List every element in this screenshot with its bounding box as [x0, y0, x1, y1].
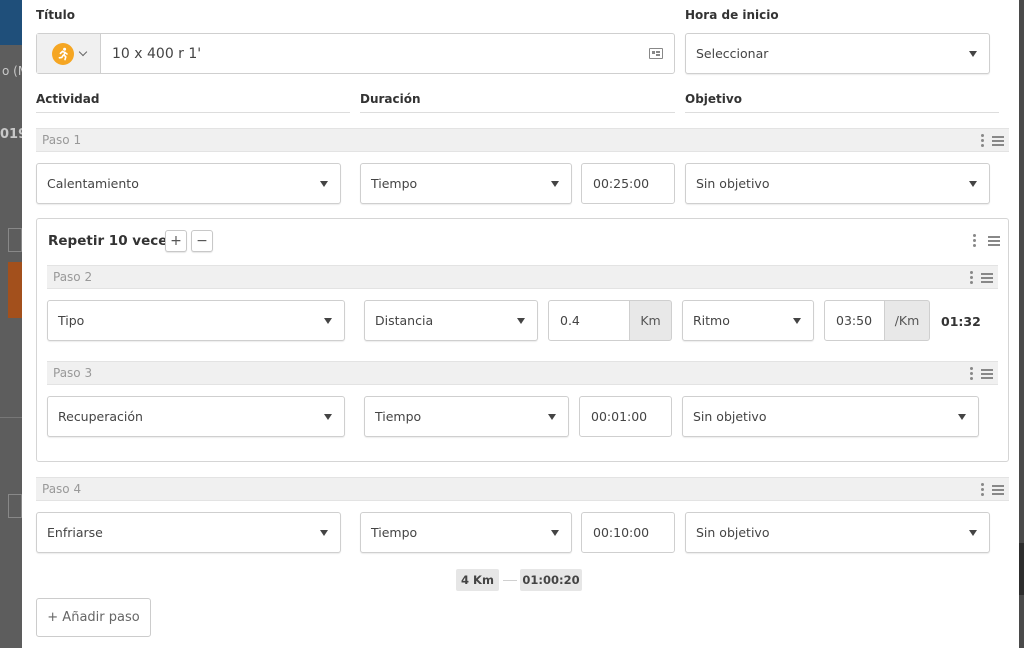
title-field: 10 x 400 r 1': [36, 33, 675, 74]
repeat-decrement-button[interactable]: −: [191, 230, 213, 252]
step2-duration-type-select[interactable]: Distancia: [364, 300, 538, 341]
caret-down-icon: [320, 529, 328, 536]
caret-down-icon: [551, 529, 559, 536]
column-duration: Duración: [360, 92, 421, 106]
more-options-icon[interactable]: [981, 483, 984, 496]
step-header-4: Paso 4: [36, 477, 1009, 501]
start-time-select[interactable]: Seleccionar: [685, 33, 990, 74]
more-options-icon[interactable]: [970, 271, 973, 284]
step-label: Paso 4: [42, 482, 82, 496]
step2-pace-input[interactable]: 03:50: [824, 300, 885, 341]
drag-handle-icon[interactable]: [981, 272, 993, 283]
title-label: Título: [36, 8, 75, 22]
drag-handle-icon[interactable]: [992, 135, 1004, 146]
caret-down-icon: [793, 317, 801, 324]
background-box: [8, 228, 22, 252]
caret-down-icon: [969, 529, 977, 536]
column-target: Objetivo: [685, 92, 742, 106]
background-header-bar: [0, 0, 24, 45]
step3-duration-type-select[interactable]: Tiempo: [364, 396, 569, 437]
step-label: Paso 3: [53, 366, 93, 380]
step-header-3: Paso 3: [47, 361, 998, 385]
background-divider: [0, 417, 24, 418]
minus-icon: −: [196, 233, 208, 249]
repeat-title: Repetir 10 veces: [48, 233, 176, 249]
step3-activity-select[interactable]: Recuperación: [47, 396, 345, 437]
chevron-down-icon: [78, 47, 87, 57]
repeat-increment-button[interactable]: +: [165, 230, 187, 252]
caret-down-icon: [324, 413, 332, 420]
step1-duration-input[interactable]: 00:25:00: [581, 163, 675, 204]
id-card-icon[interactable]: [649, 48, 663, 59]
caret-down-icon: [969, 50, 977, 57]
step2-activity-select[interactable]: Tipo: [47, 300, 345, 341]
caret-down-icon: [551, 180, 559, 187]
more-options-icon[interactable]: [973, 234, 976, 247]
more-options-icon[interactable]: [970, 367, 973, 380]
background-text: o (M: [2, 64, 24, 78]
step-header-2: Paso 2: [47, 265, 998, 289]
title-value: 10 x 400 r 1': [112, 45, 202, 62]
background-box: [8, 494, 22, 518]
column-activity: Actividad: [36, 92, 100, 106]
drag-handle-icon[interactable]: [992, 484, 1004, 495]
step1-duration-type-select[interactable]: Tiempo: [360, 163, 572, 204]
drag-handle-icon[interactable]: [988, 235, 1000, 246]
step4-duration-input[interactable]: 00:10:00: [581, 512, 675, 553]
caret-down-icon: [548, 413, 556, 420]
summary-time: 01:00:20: [520, 569, 582, 591]
step3-target-select[interactable]: Sin objetivo: [682, 396, 979, 437]
distance-unit: Km: [629, 300, 672, 341]
caret-down-icon: [969, 180, 977, 187]
workout-editor-modal: Título Hora de inicio 10 x 400 r 1' Sele…: [22, 0, 1019, 648]
plus-icon: +: [170, 233, 182, 249]
caret-down-icon: [517, 317, 525, 324]
step4-activity-select[interactable]: Enfriarse: [36, 512, 341, 553]
pace-unit: /Km: [884, 300, 930, 341]
caret-down-icon: [320, 180, 328, 187]
background-right-strip: [1019, 0, 1024, 648]
background-text: 019: [0, 127, 24, 142]
repeat-block: Repetir 10 veces + − Paso 2 Tipo Distanc…: [36, 218, 1009, 462]
add-step-button[interactable]: + Añadir paso: [36, 598, 151, 637]
step-label: Paso 2: [53, 270, 93, 284]
summary-distance: 4 Km: [456, 569, 499, 591]
step2-total-time: 01:32: [941, 314, 981, 329]
caret-down-icon: [958, 413, 966, 420]
step3-duration-input[interactable]: 00:01:00: [579, 396, 672, 437]
step-label: Paso 1: [42, 133, 82, 147]
activity-type-button[interactable]: [37, 34, 101, 73]
step-header-1: Paso 1: [36, 128, 1009, 152]
step1-activity-select[interactable]: Calentamiento: [36, 163, 341, 204]
drag-handle-icon[interactable]: [981, 368, 993, 379]
more-options-icon[interactable]: [981, 134, 984, 147]
background-thumbnail: [8, 262, 22, 318]
step2-distance-input[interactable]: 0.4: [548, 300, 630, 341]
step4-target-select[interactable]: Sin objetivo: [685, 512, 990, 553]
step2-target-select[interactable]: Ritmo: [682, 300, 814, 341]
running-icon: [51, 42, 74, 65]
step4-duration-type-select[interactable]: Tiempo: [360, 512, 572, 553]
background-app: o (M 019: [0, 0, 24, 648]
start-time-value: Seleccionar: [696, 46, 769, 61]
start-time-label: Hora de inicio: [685, 8, 779, 22]
title-input[interactable]: 10 x 400 r 1': [101, 34, 649, 73]
caret-down-icon: [324, 317, 332, 324]
step1-target-select[interactable]: Sin objetivo: [685, 163, 990, 204]
